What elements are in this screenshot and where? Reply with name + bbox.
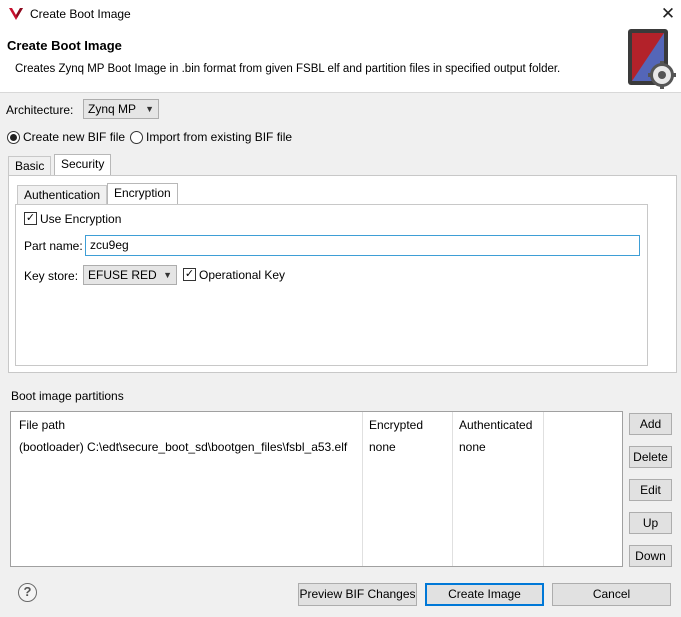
operational-key-label: Operational Key — [199, 268, 286, 282]
create-new-bif-label: Create new BIF file — [23, 130, 126, 144]
column-header-authenticated[interactable]: Authenticated — [459, 418, 532, 432]
part-name-input[interactable]: zcu9eg — [85, 235, 640, 256]
cancel-button[interactable]: Cancel — [552, 583, 671, 606]
use-encryption-checkbox[interactable]: ✓ — [24, 212, 37, 225]
column-header-encrypted[interactable]: Encrypted — [369, 418, 423, 432]
part-name-label: Part name: — [24, 239, 83, 253]
chevron-down-icon: ▼ — [145, 104, 154, 114]
architecture-label: Architecture: — [6, 103, 74, 117]
row-authenticated: none — [459, 440, 486, 454]
key-store-value: EFUSE RED — [88, 268, 157, 282]
preview-bif-changes-button[interactable]: Preview BIF Changes — [298, 583, 417, 606]
window-titlebar: Create Boot Image ✕ — [0, 0, 681, 30]
tab-security[interactable]: Security — [54, 154, 112, 176]
tab-authentication[interactable]: Authentication — [17, 185, 108, 205]
row-file-path: (bootloader) C:\edt\secure_boot_sd\bootg… — [19, 440, 348, 454]
operational-key-checkbox[interactable]: ✓ — [183, 268, 196, 281]
close-icon[interactable]: ✕ — [657, 2, 679, 26]
header-title: Create Boot Image — [7, 38, 122, 53]
tab-basic[interactable]: Basic — [8, 156, 52, 176]
use-encryption-label: Use Encryption — [40, 212, 122, 226]
partitions-label: Boot image partitions — [11, 389, 124, 403]
import-bif-radio[interactable] — [130, 131, 143, 144]
architecture-value: Zynq MP — [88, 102, 137, 116]
encryption-panel — [15, 204, 648, 366]
architecture-select[interactable]: Zynq MP ▼ — [83, 99, 159, 119]
partitions-table[interactable] — [10, 411, 623, 567]
boot-image-gear-icon — [628, 29, 676, 89]
add-button[interactable]: Add — [629, 413, 672, 435]
help-icon[interactable]: ? — [18, 583, 37, 602]
row-encrypted: none — [369, 440, 396, 454]
header-description: Creates Zynq MP Boot Image in .bin forma… — [15, 63, 561, 75]
up-button[interactable]: Up — [629, 512, 672, 534]
edit-button[interactable]: Edit — [629, 479, 672, 501]
create-new-bif-radio[interactable] — [7, 131, 20, 144]
vivado-logo-icon — [9, 8, 23, 20]
delete-button[interactable]: Delete — [629, 446, 672, 468]
part-name-value: zcu9eg — [90, 238, 129, 252]
down-button[interactable]: Down — [629, 545, 672, 567]
dialog-header: Create Boot Image Creates Zynq MP Boot I… — [0, 30, 681, 93]
key-store-select[interactable]: EFUSE RED ▼ — [83, 265, 177, 285]
chevron-down-icon: ▼ — [163, 270, 172, 280]
create-image-button[interactable]: Create Image — [425, 583, 544, 606]
import-bif-label: Import from existing BIF file — [146, 130, 293, 144]
window-title: Create Boot Image — [30, 7, 131, 21]
tab-encryption[interactable]: Encryption — [107, 183, 178, 205]
table-row[interactable]: (bootloader) C:\edt\secure_boot_sd\bootg… — [11, 436, 622, 456]
key-store-label: Key store: — [24, 269, 79, 283]
column-header-file-path[interactable]: File path — [19, 418, 65, 432]
